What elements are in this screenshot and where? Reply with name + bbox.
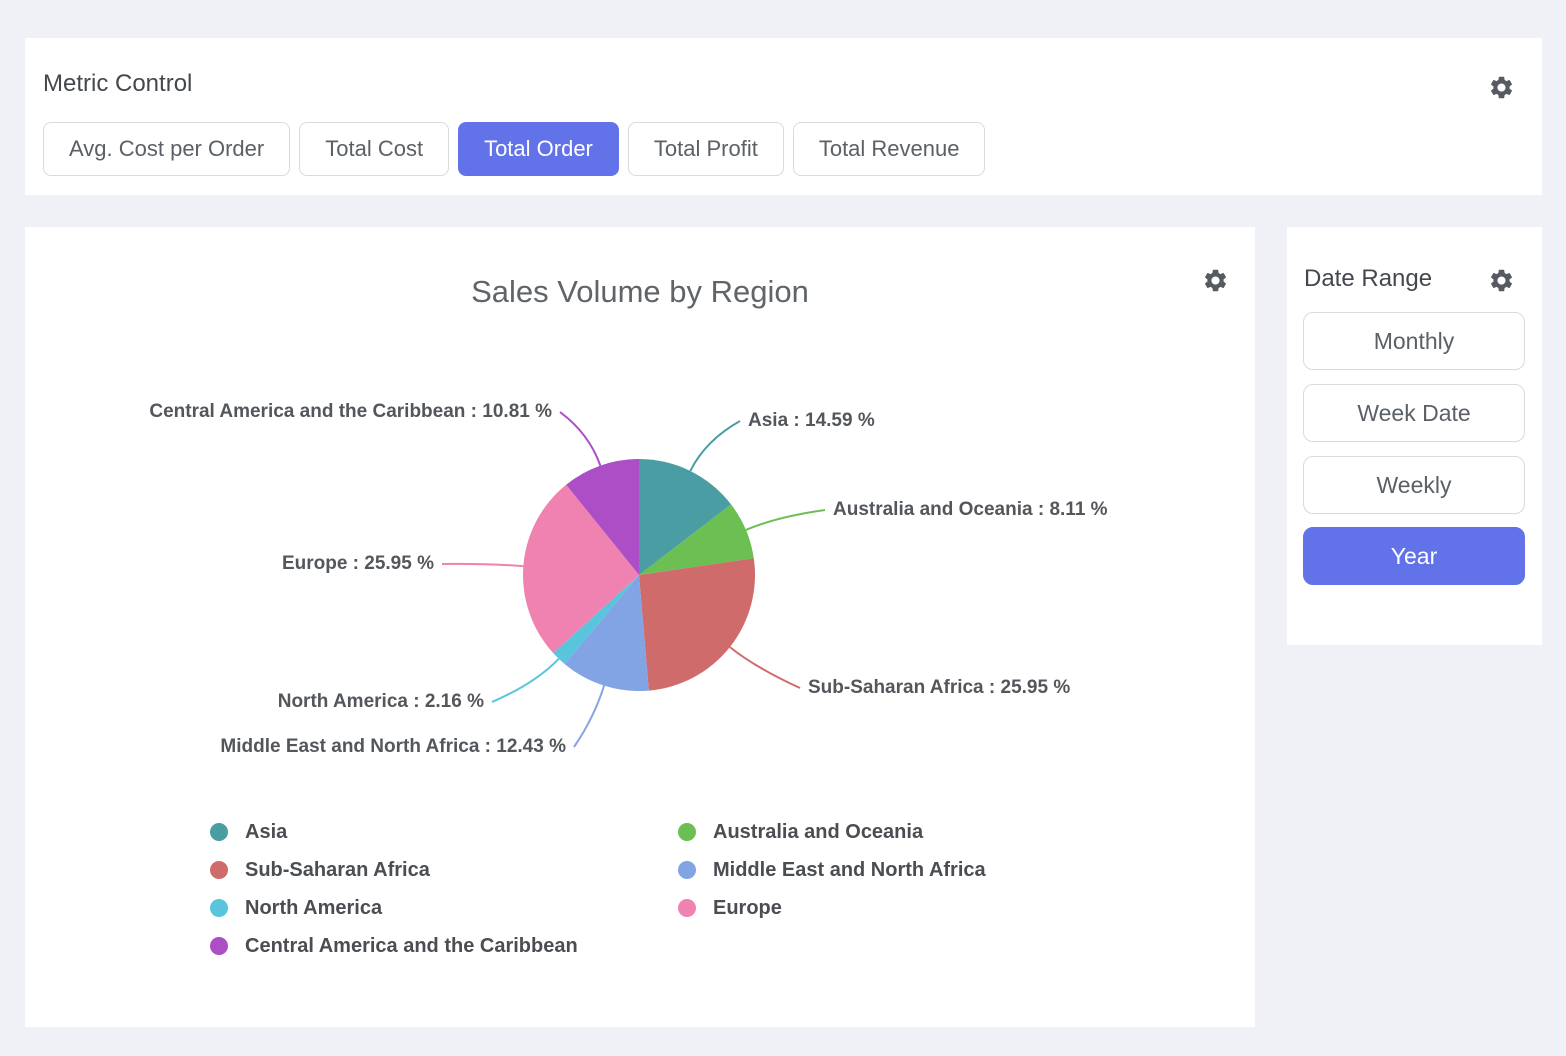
pie-label-australia-and-oceania: Australia and Oceania : 8.11 % [833,499,1108,520]
legend-item-australia-and-oceania[interactable]: Australia and Oceania [678,820,1146,844]
metric-button-total-cost[interactable]: Total Cost [299,122,449,176]
legend-dot-icon [678,861,696,879]
legend-label: North America [245,897,382,920]
pie-label-line-central-america-and-the-caribbean [560,412,600,466]
legend-label: Sub-Saharan Africa [245,859,430,882]
date-range-button-monthly[interactable]: Monthly [1303,312,1525,370]
date-range-settings-button[interactable] [1488,267,1515,294]
legend-dot-icon [210,861,228,879]
legend-label: Central America and the Caribbean [245,935,578,958]
legend-item-europe[interactable]: Europe [678,896,1146,920]
gear-icon [1488,267,1515,294]
pie-label-north-america: North America : 2.16 % [278,691,484,712]
metric-control-panel: Metric Control Avg. Cost per Order Total… [25,38,1542,195]
metric-button-group: Avg. Cost per Order Total Cost Total Ord… [43,122,985,176]
pie-slice-sub-saharan-africa[interactable] [639,558,755,690]
legend-label: Asia [245,821,287,844]
pie-label-sub-saharan-africa: Sub-Saharan Africa : 25.95 % [808,677,1070,698]
pie-label-line-australia-and-oceania [746,510,825,530]
legend-dot-icon [210,899,228,917]
date-range-button-weekly[interactable]: Weekly [1303,456,1525,514]
pie-label-line-middle-east-and-north-africa [574,686,604,747]
legend-label: Europe [713,897,782,920]
legend-item-middle-east-and-north-africa[interactable]: Middle East and North Africa [678,858,1146,882]
pie-label-line-europe [442,564,523,566]
metric-button-total-order[interactable]: Total Order [458,122,619,176]
legend-item-sub-saharan-africa[interactable]: Sub-Saharan Africa [210,858,678,882]
legend-dot-icon [678,899,696,917]
pie-chart: Asia : 14.59 % Australia and Oceania : 8.… [25,227,1255,812]
pie-label-middle-east-and-north-africa: Middle East and North Africa : 12.43 % [220,736,566,757]
metric-control-title: Metric Control [43,70,192,98]
metric-settings-button[interactable] [1488,74,1515,101]
legend-label: Middle East and North Africa [713,859,986,882]
legend-item-central-america-and-the-caribbean[interactable]: Central America and the Caribbean [210,934,678,958]
pie-label-line-north-america [492,659,559,702]
metric-button-total-revenue[interactable]: Total Revenue [793,122,986,176]
pie-label-line-asia [690,421,740,471]
legend-label: Australia and Oceania [713,821,923,844]
pie-label-central-america-and-the-caribbean: Central America and the Caribbean : 10.8… [149,401,552,422]
pie-label-line-sub-saharan-africa [730,647,800,688]
date-range-button-year[interactable]: Year [1303,527,1525,585]
legend-item-north-america[interactable]: North America [210,896,678,920]
legend-dot-icon [210,937,228,955]
legend-item-asia[interactable]: Asia [210,820,678,844]
pie-label-europe: Europe : 25.95 % [282,553,434,574]
metric-button-avg-cost-per-order[interactable]: Avg. Cost per Order [43,122,290,176]
gear-icon [1488,74,1515,101]
chart-legend: Asia Australia and Oceania Sub-Saharan Afr… [210,820,1146,958]
date-range-button-week-date[interactable]: Week Date [1303,384,1525,442]
date-range-panel: Date Range Monthly Week Date Weekly Year [1287,227,1542,645]
pie-label-asia: Asia : 14.59 % [748,410,875,431]
dashboard: Metric Control Avg. Cost per Order Total… [0,0,1566,1056]
metric-button-total-profit[interactable]: Total Profit [628,122,784,176]
legend-dot-icon [678,823,696,841]
date-range-title: Date Range [1304,265,1432,293]
sales-volume-chart-panel: Sales Volume by Region Asia : 14.59 %Aus… [25,227,1255,1027]
legend-dot-icon [210,823,228,841]
